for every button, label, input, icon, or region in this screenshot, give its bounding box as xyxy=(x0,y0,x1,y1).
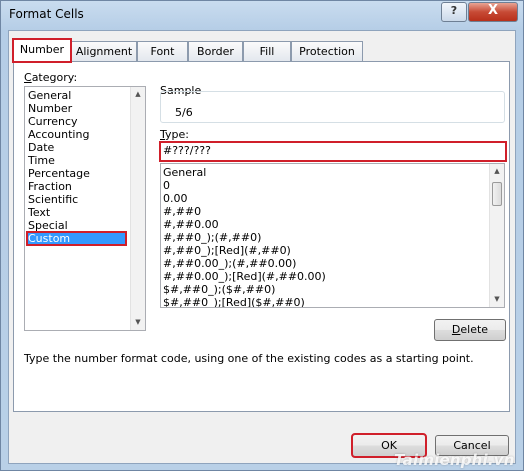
tab-border[interactable]: Border xyxy=(188,41,243,61)
category-item-special[interactable]: Special xyxy=(27,219,68,232)
category-item-scientific[interactable]: Scientific xyxy=(27,193,78,206)
hint-text: Type the number format code, using one o… xyxy=(24,352,474,365)
category-item-date[interactable]: Date xyxy=(27,141,54,154)
watermark-logo: Taimienphi.vn xyxy=(394,451,515,469)
scroll-thumb[interactable] xyxy=(492,182,502,206)
category-item-fraction[interactable]: Fraction xyxy=(27,180,72,193)
category-item-text[interactable]: Text xyxy=(27,206,50,219)
tab-alignment[interactable]: Alignment xyxy=(71,41,137,61)
category-item-general[interactable]: General xyxy=(27,89,71,102)
dialog-body: Number Alignment Font Border Fill Protec… xyxy=(8,30,516,464)
category-item-number[interactable]: Number xyxy=(27,102,72,115)
tab-protection[interactable]: Protection xyxy=(291,41,363,61)
format-item[interactable]: $#,##0_);($#,##0) xyxy=(163,283,275,296)
tab-fill[interactable]: Fill xyxy=(243,41,291,61)
format-item[interactable]: General xyxy=(163,166,206,179)
format-item[interactable]: #,##0.00_);(#,##0.00) xyxy=(163,257,296,270)
category-scrollbar[interactable]: ▲ ▼ xyxy=(130,87,145,330)
category-list[interactable]: General Number Currency Accounting Date … xyxy=(24,86,146,331)
type-input[interactable]: #???/??? xyxy=(159,141,507,162)
format-item[interactable]: 0 xyxy=(163,179,170,192)
category-item-time[interactable]: Time xyxy=(27,154,55,167)
format-cells-dialog: Format Cells ? X Number Alignment Font B… xyxy=(0,0,524,471)
format-item[interactable]: 0.00 xyxy=(163,192,188,205)
category-item-percentage[interactable]: Percentage xyxy=(27,167,90,180)
category-item-custom[interactable]: Custom xyxy=(26,231,127,246)
delete-button[interactable]: Delete xyxy=(434,319,506,341)
category-item-accounting[interactable]: Accounting xyxy=(27,128,89,141)
title-bar[interactable]: Format Cells ? X xyxy=(1,1,523,31)
window-title: Format Cells xyxy=(9,7,84,21)
sample-group: 5/6 xyxy=(160,91,505,123)
help-button[interactable]: ? xyxy=(441,2,467,22)
number-tab-panel: Category: General Number Currency Accoun… xyxy=(13,61,510,412)
sample-value: 5/6 xyxy=(175,106,193,119)
type-label: Type: xyxy=(160,128,189,141)
category-item-currency[interactable]: Currency xyxy=(27,115,78,128)
format-item[interactable]: #,##0 xyxy=(163,205,201,218)
format-item[interactable]: #,##0.00_);[Red](#,##0.00) xyxy=(163,270,326,283)
category-label: Category: xyxy=(24,71,78,84)
format-item[interactable]: $#,##0_);[Red]($#,##0) xyxy=(163,296,305,307)
scroll-up-arrow-icon[interactable]: ▲ xyxy=(490,164,504,179)
format-scrollbar[interactable]: ▲ ▼ xyxy=(489,164,504,307)
scroll-up-arrow-icon[interactable]: ▲ xyxy=(131,87,145,102)
format-item[interactable]: #,##0_);[Red](#,##0) xyxy=(163,244,291,257)
format-item[interactable]: #,##0.00 xyxy=(163,218,219,231)
scroll-down-arrow-icon[interactable]: ▼ xyxy=(490,292,504,307)
format-code-list[interactable]: General 0 0.00 #,##0 #,##0.00 #,##0_);(#… xyxy=(160,163,505,308)
tab-font[interactable]: Font xyxy=(137,41,188,61)
tab-number[interactable]: Number xyxy=(12,38,72,63)
format-item[interactable]: #,##0_);(#,##0) xyxy=(163,231,261,244)
scroll-down-arrow-icon[interactable]: ▼ xyxy=(131,315,145,330)
close-button[interactable]: X xyxy=(468,2,518,22)
